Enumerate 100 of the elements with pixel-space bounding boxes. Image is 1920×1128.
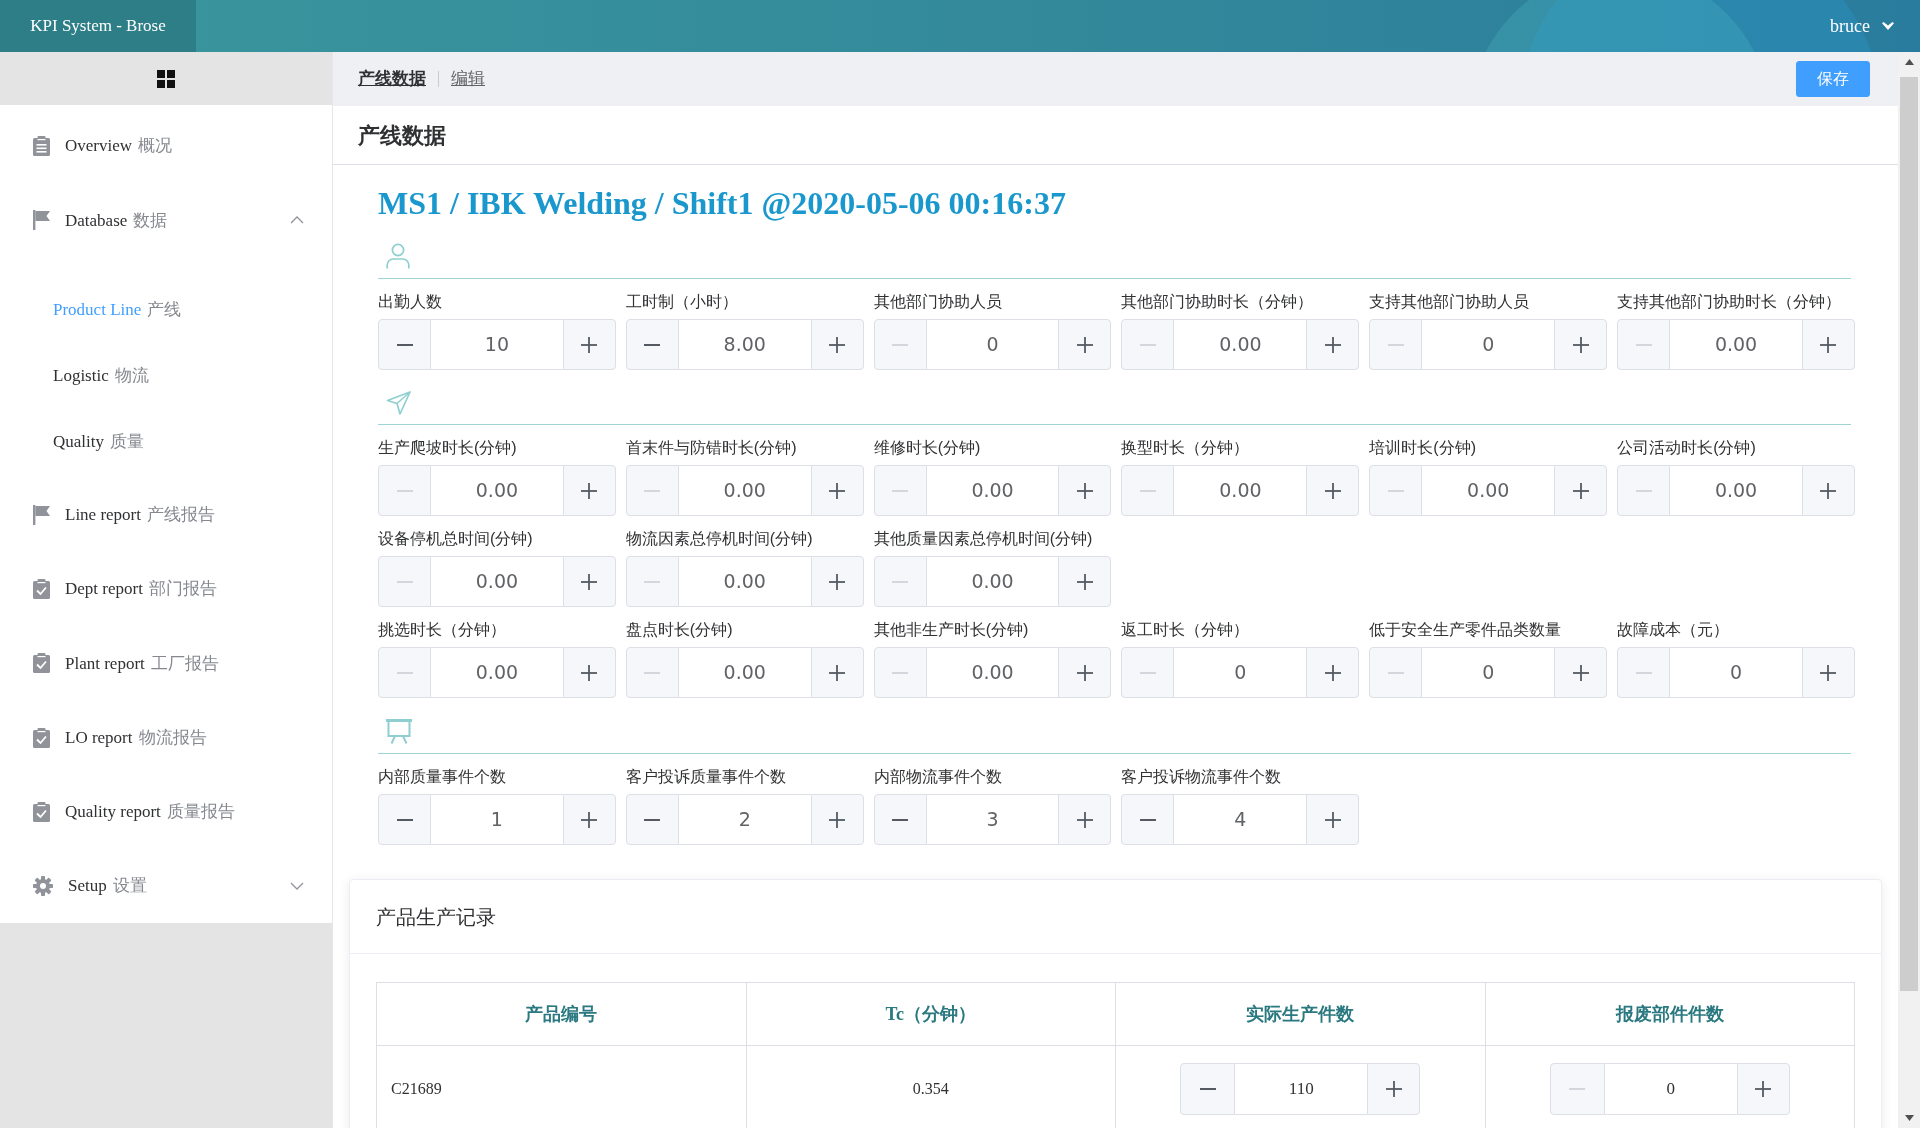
field-label: 内部物流事件个数: [873, 767, 1002, 787]
increment-button[interactable]: [1058, 556, 1112, 607]
number-input[interactable]: 0.00: [678, 465, 811, 516]
number-input[interactable]: 0.00: [926, 556, 1059, 607]
field-label: 培训时长(分钟): [1369, 438, 1476, 458]
number-input[interactable]: 0: [1422, 647, 1555, 698]
menu-item[interactable]: Quality report 质量报告: [0, 774, 332, 850]
scroll-down-icon[interactable]: [1904, 1115, 1914, 1121]
increment-button[interactable]: [1802, 647, 1855, 698]
number-input[interactable]: 0.00: [1670, 319, 1802, 370]
increment-button[interactable]: [1554, 319, 1608, 370]
number-input[interactable]: 2: [678, 794, 811, 845]
increment-button[interactable]: [1058, 319, 1112, 370]
menu-item[interactable]: Product Line 产线: [0, 276, 332, 343]
number-input[interactable]: 0: [1174, 647, 1307, 698]
number-input[interactable]: 3: [926, 794, 1059, 845]
plus-icon: [1572, 336, 1589, 353]
scrollbar-thumb[interactable]: [1900, 77, 1918, 991]
increment-button[interactable]: [1367, 1062, 1421, 1115]
increment-button[interactable]: [1802, 465, 1855, 516]
person-icon: [386, 243, 410, 269]
menu-item[interactable]: Dept report 部门报告: [0, 551, 332, 627]
increment-button[interactable]: [1306, 319, 1360, 370]
field-label: 支持其他部门协助人员: [1369, 292, 1530, 312]
grid-icon[interactable]: [157, 69, 175, 88]
increment-button[interactable]: [1306, 465, 1360, 516]
increment-button[interactable]: [1554, 465, 1608, 516]
number-input[interactable]: 4: [1174, 794, 1307, 845]
number-input[interactable]: 0: [1670, 647, 1802, 698]
increment-button[interactable]: [810, 319, 864, 370]
number-input[interactable]: 0.00: [431, 465, 563, 516]
number-input[interactable]: 0.00: [1670, 465, 1802, 516]
number-input[interactable]: 0.00: [431, 647, 563, 698]
menu-item[interactable]: Database 数据: [0, 183, 332, 258]
increment-button[interactable]: [1802, 319, 1855, 370]
increment-button[interactable]: [810, 465, 864, 516]
increment-button[interactable]: [1306, 647, 1360, 698]
increment-button[interactable]: [1058, 465, 1112, 516]
plus-icon: [829, 482, 846, 499]
field-label: 内部质量事件个数: [378, 767, 506, 787]
increment-button[interactable]: [1058, 647, 1112, 698]
increment-button[interactable]: [562, 319, 616, 370]
field-label: 返工时长（分钟）: [1121, 620, 1250, 640]
menu-item[interactable]: Logistic 物流: [0, 342, 332, 409]
number-input[interactable]: 0.00: [1174, 465, 1307, 516]
plus-icon: [1820, 336, 1837, 353]
number-input[interactable]: 110: [1235, 1062, 1368, 1115]
scrollbar[interactable]: [1898, 52, 1920, 1128]
field-label: 其他部门协助时长（分钟）: [1121, 292, 1314, 312]
menu-item[interactable]: Plant report 工厂报告: [0, 626, 332, 701]
card-title: 产品生产记录: [376, 904, 496, 930]
field-label: 生产爬坡时长(分钟): [378, 438, 517, 458]
breadcrumb-item[interactable]: 编辑: [451, 66, 485, 92]
field-label: 物流因素总停机时间(分钟): [625, 529, 813, 549]
menu-item[interactable]: Overview 概况: [0, 109, 332, 184]
number-input[interactable]: 0: [926, 319, 1059, 370]
number-input[interactable]: 8.00: [678, 319, 811, 370]
plus-icon: [1385, 1080, 1402, 1097]
increment-button[interactable]: [810, 794, 864, 845]
increment-button[interactable]: [810, 647, 864, 698]
number-input[interactable]: 10: [431, 319, 563, 370]
increment-button[interactable]: [562, 465, 616, 516]
increment-button[interactable]: [1736, 1062, 1790, 1115]
plus-icon: [1820, 482, 1837, 499]
number-input[interactable]: 0: [1422, 319, 1555, 370]
field-label: 工时制（小时）: [625, 292, 738, 312]
number-input[interactable]: 1: [431, 794, 563, 845]
number-input[interactable]: 0.00: [678, 556, 811, 607]
field-label: 低于安全生产零件品类数量: [1369, 620, 1562, 640]
plus-icon: [1324, 482, 1341, 499]
menu-item[interactable]: LO report 物流报告: [0, 700, 332, 775]
increment-button[interactable]: [1058, 794, 1112, 845]
scroll-up-icon[interactable]: [1904, 59, 1914, 65]
increment-button[interactable]: [562, 647, 616, 698]
number-input[interactable]: 0: [1604, 1062, 1737, 1115]
plus-icon: [1324, 811, 1341, 828]
increment-button[interactable]: [1306, 794, 1360, 845]
number-input[interactable]: 0.00: [926, 465, 1059, 516]
field-label: 设备停机总时间(分钟): [378, 529, 533, 549]
increment-button[interactable]: [562, 556, 616, 607]
plus-icon: [829, 336, 846, 353]
number-input[interactable]: 0.00: [678, 647, 811, 698]
menu-item[interactable]: Line report 产线报告: [0, 477, 332, 552]
number-input[interactable]: 0.00: [926, 647, 1059, 698]
column-header: 实际生产件数: [1115, 982, 1485, 1046]
plus-icon: [1077, 664, 1093, 681]
number-input[interactable]: 0.00: [431, 556, 563, 607]
field-label: 支持其他部门协助时长（分钟）: [1617, 292, 1842, 312]
plus-icon: [1572, 664, 1589, 681]
menu-item[interactable]: Setup 设置: [0, 849, 332, 924]
breadcrumb-item[interactable]: 产线数据: [358, 66, 426, 92]
increment-button[interactable]: [562, 794, 616, 845]
number-input[interactable]: 0.00: [1174, 319, 1307, 370]
column-header: Tc（分钟）: [746, 982, 1116, 1046]
menu-item[interactable]: Quality 质量: [0, 408, 332, 475]
increment-button[interactable]: [810, 556, 864, 607]
increment-button[interactable]: [1554, 647, 1608, 698]
user-menu[interactable]: bruce: [1830, 12, 1894, 40]
number-input[interactable]: 0.00: [1422, 465, 1555, 516]
plus-icon: [1077, 482, 1093, 499]
